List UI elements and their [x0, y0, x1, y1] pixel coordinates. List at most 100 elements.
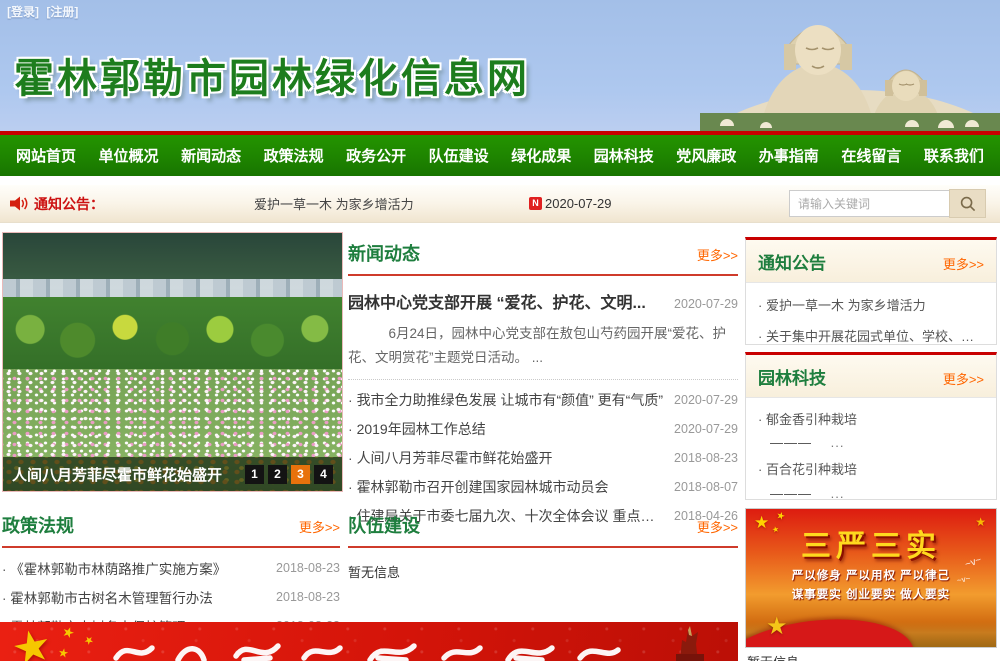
notice-box: 通知公告 更多>> 爱护一草一木 为家乡增活力 关于集中开展花园式单位、学校、工…	[745, 237, 997, 345]
sanyan-banner-line2: 谋事要实 创业要实 做人要实	[746, 586, 996, 602]
policy-link[interactable]: 《霍林郭勒市林荫路推广实施方案》	[2, 558, 234, 578]
photo-carousel[interactable]: 人间八月芳菲尽霍市鲜花始盛开 1 2 3 4	[2, 232, 343, 492]
garden-tech-more-link[interactable]: 更多>>	[943, 369, 984, 388]
account-links: [登录] [注册]	[7, 3, 82, 20]
notice-ticker-link[interactable]: 爱护一草一木 为家乡增活力	[254, 194, 529, 213]
right-bottom-empty-text: 暂无信息	[747, 652, 799, 661]
statue-silhouette-art	[662, 624, 710, 661]
nav-item-team[interactable]: 队伍建设	[429, 145, 489, 166]
carousel-page-2[interactable]: 2	[268, 465, 287, 484]
carousel-caption[interactable]: 人间八月芳菲尽霍市鲜花始盛开	[12, 464, 245, 485]
garden-tech-title: 园林科技	[758, 364, 826, 389]
notice-link[interactable]: 关于集中开展花园式单位、学校、工厂...	[758, 322, 984, 353]
carousel-page-3[interactable]: 3	[291, 465, 310, 484]
nav-item-contact[interactable]: 联系我们	[924, 145, 984, 166]
dotted-divider	[348, 379, 738, 380]
tech-stub-dots: ...	[831, 435, 845, 450]
featured-news-title[interactable]: 园林中心党支部开展 “爱花、护花、文明...	[348, 289, 646, 313]
nav-item-message[interactable]: 在线留言	[841, 145, 901, 166]
news-link[interactable]: 2019年园林工作总结	[348, 419, 494, 439]
news-section: 新闻动态 更多>> 园林中心党支部开展 “爱花、护花、文明... 2020-07…	[348, 240, 738, 530]
sanyan-sanshi-banner[interactable]: ★ ★ ★ ★ 三严三实 严以修身 严以用权 严以律己 谋事要实 创业要实 做人…	[745, 508, 997, 648]
search-button[interactable]	[949, 189, 986, 218]
carousel-page-4[interactable]: 4	[314, 465, 333, 484]
policy-link[interactable]: 霍林郭勒市古树名木管理暂行办法	[2, 587, 221, 607]
nav-item-garden-tech[interactable]: 园林科技	[594, 145, 654, 166]
sanyan-banner-title: 三严三实	[746, 521, 996, 565]
site-title: 霍林郭勒市园林绿化信息网	[14, 46, 530, 104]
tech-stub-line: ———	[770, 435, 812, 450]
search-icon	[960, 196, 976, 212]
team-empty-text: 暂无信息	[348, 562, 738, 581]
carousel-page-1[interactable]: 1	[245, 465, 264, 484]
featured-news: 园林中心党支部开展 “爱花、护花、文明... 2020-07-29	[348, 289, 738, 313]
news-date: 2018-08-07	[674, 480, 738, 494]
team-more-link[interactable]: 更多>>	[697, 517, 738, 536]
tech-link[interactable]: 百合花引种栽培	[758, 456, 984, 483]
team-header: 队伍建设 更多>>	[348, 512, 738, 548]
policy-more-link[interactable]: 更多>>	[299, 517, 340, 536]
news-list-item: 我市全力助推绿色发展 让城市有“颜值” 更有“气质” 2020-07-29	[348, 385, 738, 414]
page: [登录] [注册] 霍林郭勒市园林绿化信息网 网站首页 单位概况 新闻动态	[0, 0, 1000, 661]
news-list-item: 霍林郭勒市召开创建国家园林城市动员会 2018-08-07	[348, 472, 738, 501]
policy-date: 2018-08-23	[276, 590, 340, 604]
news-header: 新闻动态 更多>>	[348, 240, 738, 276]
policy-date: 2018-08-23	[276, 561, 340, 575]
news-link[interactable]: 我市全力助推绿色发展 让城市有“颜值” 更有“气质”	[348, 390, 671, 410]
star-icon: ★	[81, 632, 97, 648]
nav-item-news[interactable]: 新闻动态	[181, 145, 241, 166]
nav-item-guide[interactable]: 办事指南	[759, 145, 819, 166]
dove-icon: ~v~	[956, 574, 971, 585]
new-badge-icon: N	[529, 197, 542, 210]
garden-tech-body: 郁金香引种栽培 ——— ... 百合花引种栽培 ——— ...	[746, 398, 996, 517]
nav-item-about[interactable]: 单位概况	[99, 145, 159, 166]
news-date: 2020-07-29	[674, 393, 738, 407]
tech-stub-line: ———	[770, 486, 812, 501]
star-icon: ★	[59, 622, 77, 642]
policy-title: 政策法规	[2, 512, 74, 538]
bottom-red-banner[interactable]: ★ ★ ★ ★	[0, 622, 738, 661]
notice-label: 通知公告：	[34, 194, 104, 214]
nav-item-party[interactable]: 党风廉政	[676, 145, 736, 166]
carousel-caption-bar: 人间八月芳菲尽霍市鲜花始盛开 1 2 3 4	[3, 457, 342, 491]
garden-tech-box: 园林科技 更多>> 郁金香引种栽培 ——— ... 百合花引种栽培 ——— ..…	[745, 352, 997, 500]
notice-box-more-link[interactable]: 更多>>	[943, 254, 984, 273]
featured-news-summary: 6月24日，园林中心党支部在敖包山芍药园开展“爱花、护花、文明赏花”主题党日活动…	[348, 322, 738, 369]
site-search	[789, 189, 986, 218]
genghis-khan-statues-image	[700, 0, 1000, 131]
news-date: 2018-08-23	[674, 451, 738, 465]
main-nav: 网站首页 单位概况 新闻动态 政策法规 政务公开 队伍建设 绿化成果 园林科技 …	[0, 135, 1000, 176]
tech-link[interactable]: 郁金香引种栽培	[758, 406, 984, 433]
nav-item-policy[interactable]: 政策法规	[264, 145, 324, 166]
policy-list-item: 霍林郭勒市古树名木管理暂行办法 2018-08-23	[2, 582, 340, 611]
notice-box-title: 通知公告	[758, 249, 826, 274]
news-date: 2020-07-29	[674, 422, 738, 436]
carousel-pagination: 1 2 3 4	[245, 465, 333, 484]
team-title: 队伍建设	[348, 512, 420, 538]
search-input[interactable]	[789, 190, 949, 217]
notice-box-body: 爱护一草一木 为家乡增活力 关于集中开展花园式单位、学校、工厂...	[746, 283, 996, 362]
calligraphy-strokes-art	[108, 636, 648, 661]
policy-list-item: 《霍林郭勒市林荫路推广实施方案》 2018-08-23	[2, 553, 340, 582]
login-link[interactable]: [登录]	[7, 5, 39, 19]
tech-stub-dots: ...	[831, 486, 845, 501]
nav-item-gov-affairs[interactable]: 政务公开	[346, 145, 406, 166]
featured-news-date: 2020-07-29	[674, 297, 738, 311]
team-section: 队伍建设 更多>> 暂无信息	[348, 512, 738, 581]
news-title: 新闻动态	[348, 240, 420, 266]
nav-item-home[interactable]: 网站首页	[16, 145, 76, 166]
big-star-icon: ★	[7, 622, 56, 661]
tech-item-stub: ——— ...	[770, 486, 984, 501]
news-more-link[interactable]: 更多>>	[697, 245, 738, 264]
register-link[interactable]: [注册]	[46, 5, 78, 19]
news-link[interactable]: 人间八月芳菲尽霍市鲜花始盛开	[348, 448, 561, 468]
news-list-item: 人间八月芳菲尽霍市鲜花始盛开 2018-08-23	[348, 443, 738, 472]
site-header: [登录] [注册] 霍林郭勒市园林绿化信息网	[0, 0, 1000, 131]
news-link[interactable]: 霍林郭勒市召开创建国家园林城市动员会	[348, 477, 617, 497]
policy-header: 政策法规 更多>>	[2, 512, 340, 548]
notice-ticker-bar: 通知公告： 爱护一草一木 为家乡增活力 N 2020-07-29	[0, 185, 1000, 223]
notice-ticker-date: 2020-07-29	[545, 196, 612, 211]
news-list-item: 2019年园林工作总结 2020-07-29	[348, 414, 738, 443]
notice-link[interactable]: 爱护一草一木 为家乡增活力	[758, 291, 984, 322]
nav-item-greening[interactable]: 绿化成果	[511, 145, 571, 166]
